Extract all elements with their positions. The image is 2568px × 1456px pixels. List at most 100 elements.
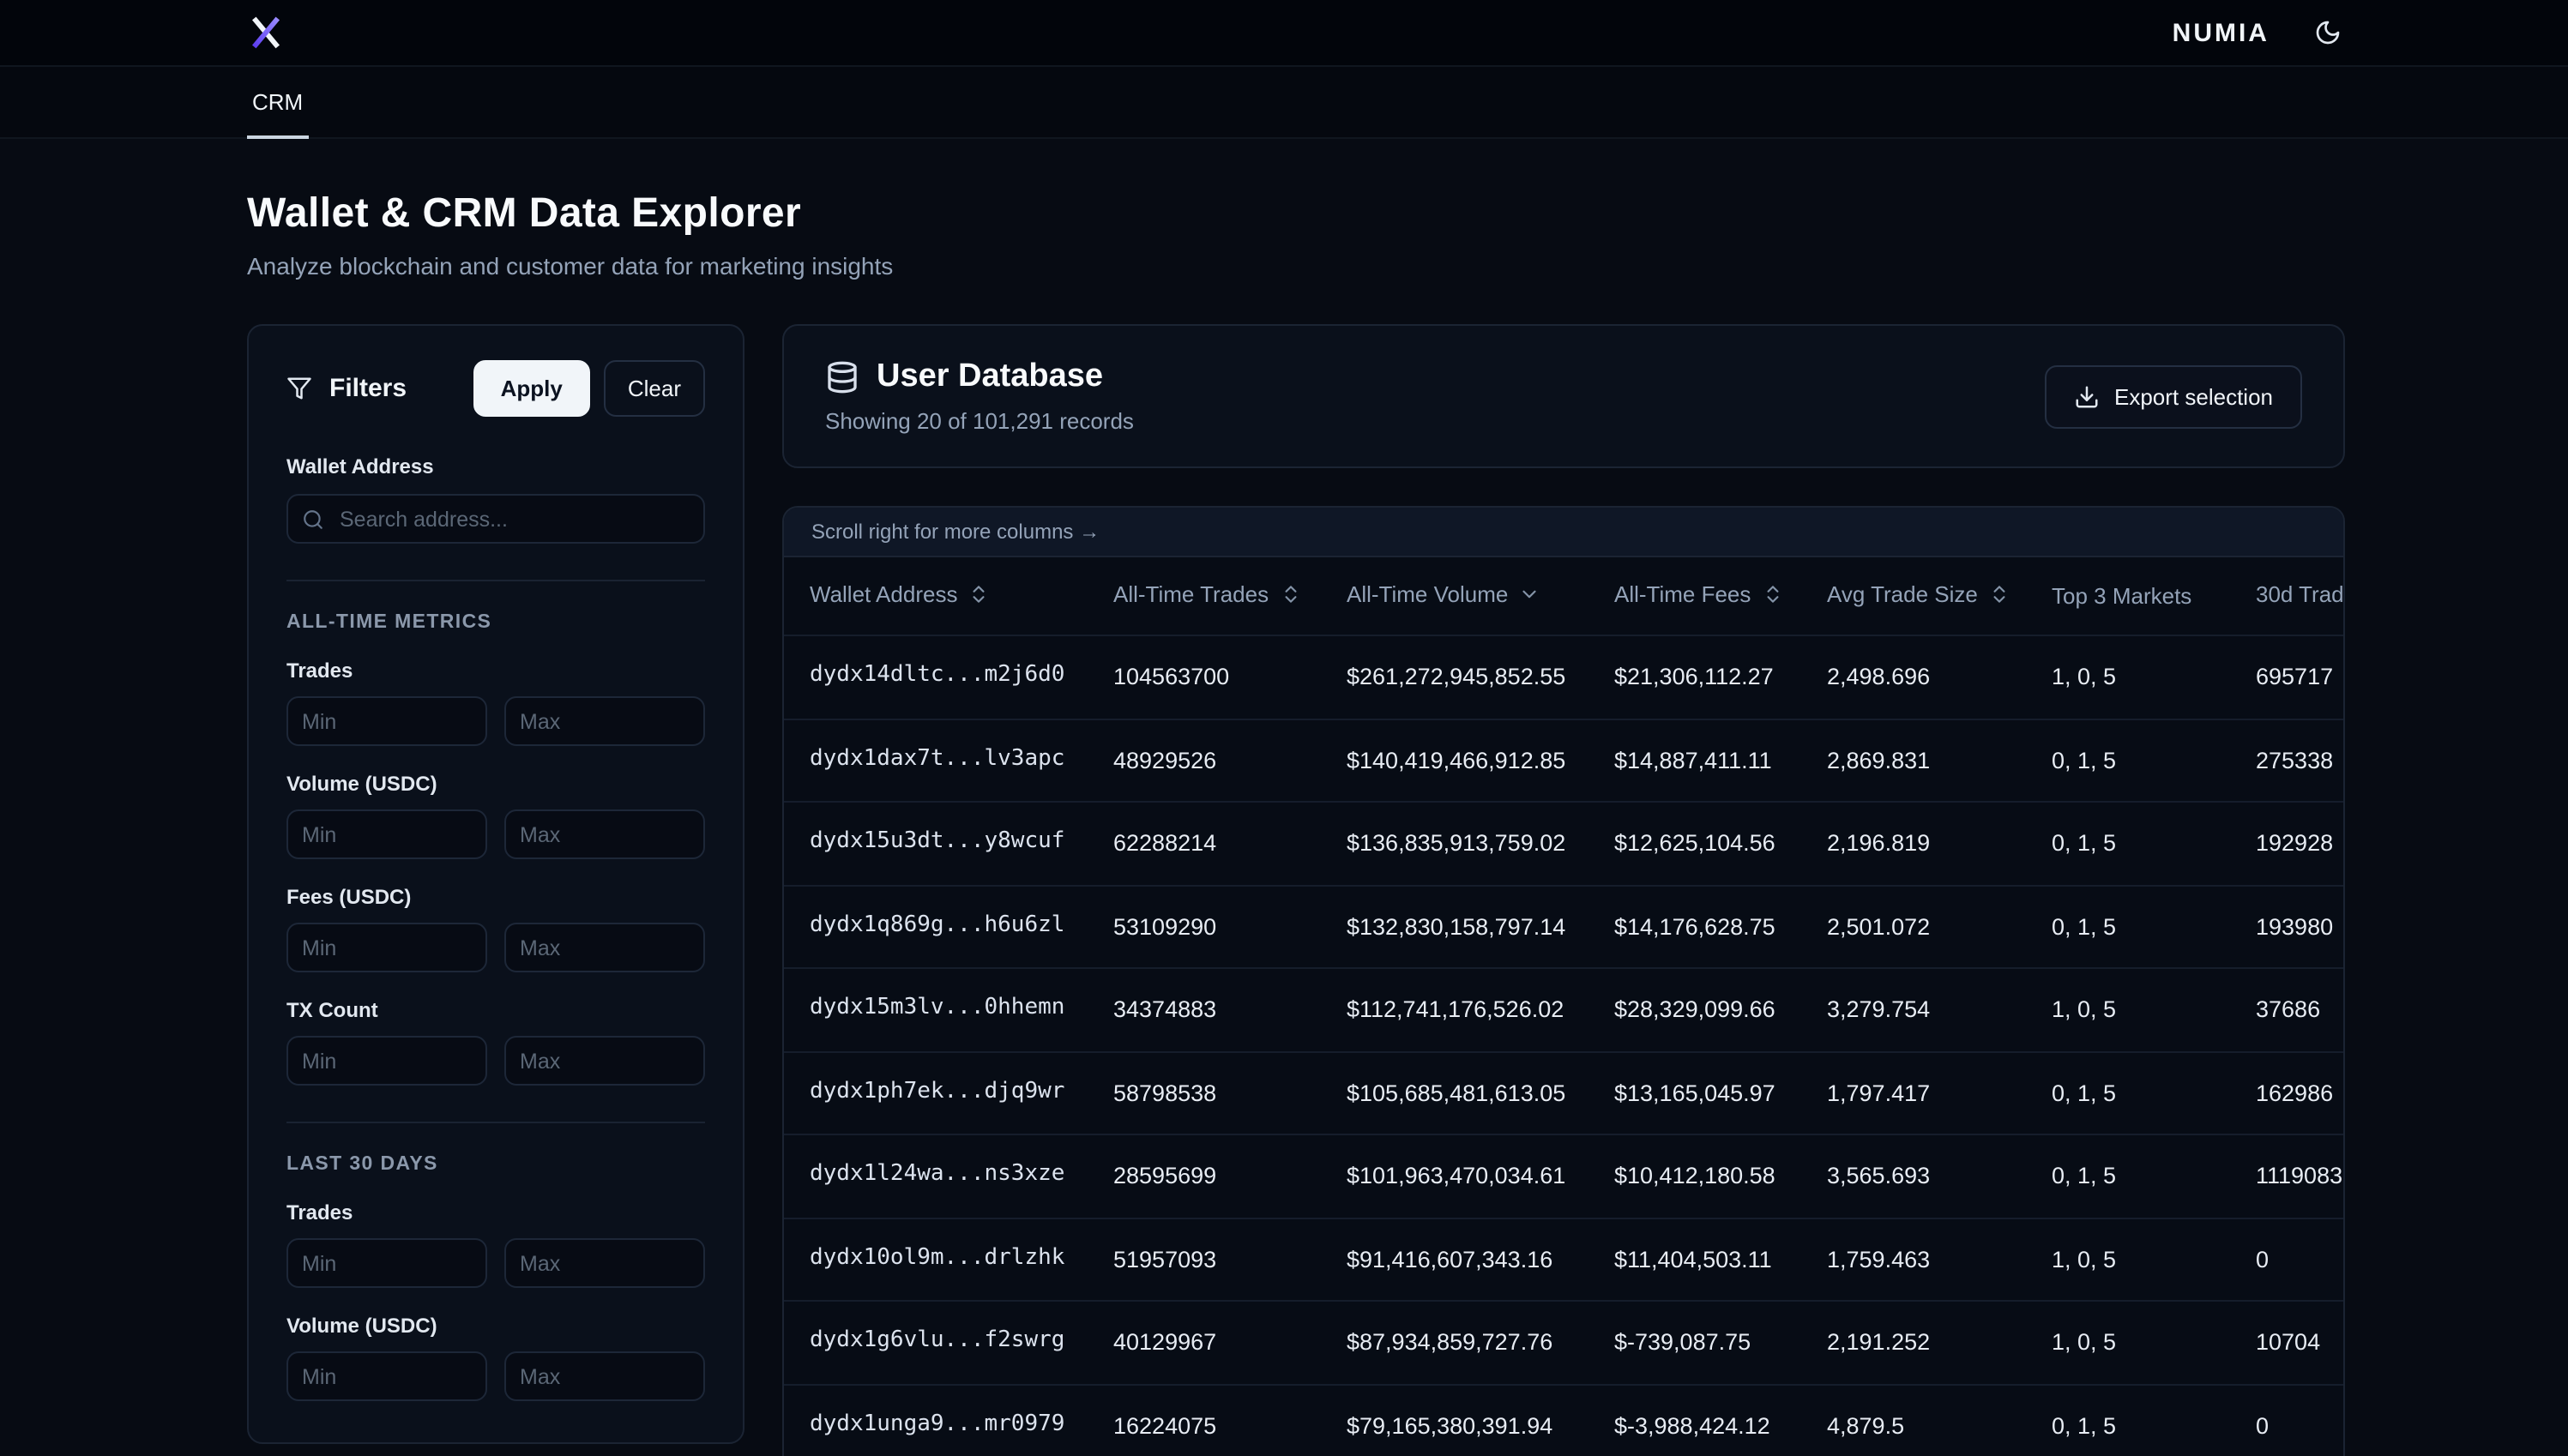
trades-30d-cell: 10704 [2256, 1301, 2343, 1384]
avg-trade-size-cell: 4,879.5 [1827, 1384, 2052, 1456]
column-header-avg-trade-size[interactable]: Avg Trade Size [1827, 557, 2052, 635]
top-markets-cell: 0, 1, 5 [2052, 802, 2256, 885]
trades-max-input[interactable] [504, 1238, 705, 1288]
top-markets-cell: 1, 0, 5 [2052, 1218, 2256, 1301]
sort-updown-icon [1761, 583, 1783, 611]
volume-cell: $87,934,859,727.76 [1347, 1301, 1614, 1384]
table-row[interactable]: dydx15u3dt...y8wcuf62288214$136,835,913,… [784, 802, 2343, 885]
table-row[interactable]: dydx1unga9...mr097916224075$79,165,380,3… [784, 1384, 2343, 1456]
wallet-cell: dydx1unga9...mr0979 [784, 1384, 1113, 1456]
trades-min-input[interactable] [286, 1238, 487, 1288]
database-icon [825, 360, 859, 394]
trades-cell: 16224075 [1113, 1384, 1347, 1456]
top-markets-cell: 0, 1, 5 [2052, 1384, 2256, 1456]
tab-crm[interactable]: CRM [247, 67, 308, 137]
top-markets-cell: 0, 1, 5 [2052, 1051, 2256, 1134]
fees-usdc-max-input[interactable] [504, 923, 705, 972]
fees-usdc-min-input[interactable] [286, 923, 487, 972]
trades-cell: 34374883 [1113, 968, 1347, 1051]
page-header: Wallet & CRM Data Explorer Analyze block… [0, 139, 2568, 280]
trades-30d-cell: 193980 [2256, 885, 2343, 968]
tx-count-max-input[interactable] [504, 1036, 705, 1086]
volume-usdc-max-input[interactable] [504, 809, 705, 859]
table-scroll-area[interactable]: Wallet AddressAll-Time TradesAll-Time Vo… [784, 557, 2343, 1456]
volume-cell: $105,685,481,613.05 [1347, 1051, 1614, 1134]
trades-label: Trades [286, 659, 705, 683]
tab-crm-label: CRM [252, 89, 303, 115]
clear-button[interactable]: Clear [604, 360, 705, 417]
table-row[interactable]: dydx1g6vlu...f2swrg40129967$87,934,859,7… [784, 1301, 2343, 1384]
column-label: 30d Trades [2256, 581, 2343, 607]
brand-name: NUMIA [2173, 18, 2270, 47]
trades-cell: 40129967 [1113, 1301, 1347, 1384]
sort-updown-icon [1279, 583, 1301, 611]
table-row[interactable]: dydx1dax7t...lv3apc48929526$140,419,466,… [784, 719, 2343, 802]
user-table: Wallet AddressAll-Time TradesAll-Time Vo… [784, 557, 2343, 1456]
top-bar: NUMIA [0, 0, 2568, 67]
volume-usdc-max-input[interactable] [504, 1351, 705, 1401]
table-row[interactable]: dydx15m3lv...0hhemn34374883$112,741,176,… [784, 968, 2343, 1051]
column-header-30d-trades[interactable]: 30d Trades [2256, 557, 2343, 635]
table-row[interactable]: dydx1q869g...h6u6zl53109290$132,830,158,… [784, 885, 2343, 968]
column-header-wallet-address[interactable]: Wallet Address [784, 557, 1113, 635]
user-database-heading: User Database Showing 20 of 101,291 reco… [825, 358, 1134, 434]
wallet-search-input[interactable] [286, 494, 705, 544]
trades-30d-cell: 162986 [2256, 1051, 2343, 1134]
filter-sections: ALL-TIME METRICSTradesVolume (USDC)Fees … [286, 580, 705, 1401]
column-header-all-time-fees[interactable]: All-Time Fees [1614, 557, 1827, 635]
avg-trade-size-cell: 3,279.754 [1827, 968, 2052, 1051]
trades-max-input[interactable] [504, 696, 705, 746]
column-label: All-Time Fees [1614, 581, 1751, 607]
dark-mode-toggle[interactable] [2311, 15, 2345, 50]
apply-button[interactable]: Apply [473, 360, 590, 417]
avg-trade-size-cell: 2,501.072 [1827, 885, 2052, 968]
avg-trade-size-cell: 3,565.693 [1827, 1134, 2052, 1218]
column-header-all-time-volume[interactable]: All-Time Volume [1347, 557, 1614, 635]
table-row[interactable]: dydx1ph7ek...djq9wr58798538$105,685,481,… [784, 1051, 2343, 1134]
table-title: User Database [877, 358, 1103, 396]
minmax-row [286, 1238, 705, 1288]
trades-min-input[interactable] [286, 696, 487, 746]
trades-cell: 58798538 [1113, 1051, 1347, 1134]
funnel-icon [286, 376, 312, 401]
volume-usdc-min-input[interactable] [286, 809, 487, 859]
trades-label: Trades [286, 1200, 705, 1224]
volume-cell: $79,165,380,391.94 [1347, 1384, 1614, 1456]
avg-trade-size-cell: 2,191.252 [1827, 1301, 2052, 1384]
fees-cell: $10,412,180.58 [1614, 1134, 1827, 1218]
avg-trade-size-cell: 1,759.463 [1827, 1218, 2052, 1301]
divider [286, 1122, 705, 1123]
volume-usdc-label: Volume (USDC) [286, 1314, 705, 1338]
x-logo-icon[interactable] [247, 14, 285, 51]
filters-title: Filters [329, 374, 460, 403]
table-section: User Database Showing 20 of 101,291 reco… [782, 324, 2345, 1456]
table-row[interactable]: dydx1l24wa...ns3xze28595699$101,963,470,… [784, 1134, 2343, 1218]
filter-field-all-time-metrics-trades: Trades [286, 659, 705, 746]
sort-updown-icon [968, 583, 990, 611]
wallet-cell: dydx14dltc...m2j6d0 [784, 635, 1113, 719]
column-header-all-time-trades[interactable]: All-Time Trades [1113, 557, 1347, 635]
tx-count-min-input[interactable] [286, 1036, 487, 1086]
main-content: Filters Apply Clear Wallet Address ALL-T… [0, 280, 2568, 1456]
wallet-cell: dydx10ol9m...drlzhk [784, 1218, 1113, 1301]
fees-cell: $11,404,503.11 [1614, 1218, 1827, 1301]
table-row[interactable]: dydx14dltc...m2j6d0104563700$261,272,945… [784, 635, 2343, 719]
minmax-row [286, 1351, 705, 1401]
volume-cell: $140,419,466,912.85 [1347, 719, 1614, 802]
export-selection-button[interactable]: Export selection [2044, 364, 2302, 428]
minmax-row [286, 1036, 705, 1086]
minmax-row [286, 696, 705, 746]
table-header-row: Wallet AddressAll-Time TradesAll-Time Vo… [784, 557, 2343, 635]
data-table-panel: Scroll right for more columns → Wallet A… [782, 506, 2345, 1456]
record-count: Showing 20 of 101,291 records [825, 408, 1134, 434]
trades-cell: 28595699 [1113, 1134, 1347, 1218]
volume-cell: $132,830,158,797.14 [1347, 885, 1614, 968]
fees-cell: $-3,988,424.12 [1614, 1384, 1827, 1456]
wallet-cell: dydx1l24wa...ns3xze [784, 1134, 1113, 1218]
wallet-cell: dydx1dax7t...lv3apc [784, 719, 1113, 802]
table-row[interactable]: dydx10ol9m...drlzhk51957093$91,416,607,3… [784, 1218, 2343, 1301]
volume-usdc-min-input[interactable] [286, 1351, 487, 1401]
filter-section-heading-all-time-metrics: ALL-TIME METRICS [286, 612, 705, 633]
wallet-cell: dydx1g6vlu...f2swrg [784, 1301, 1113, 1384]
wallet-search [286, 494, 705, 544]
